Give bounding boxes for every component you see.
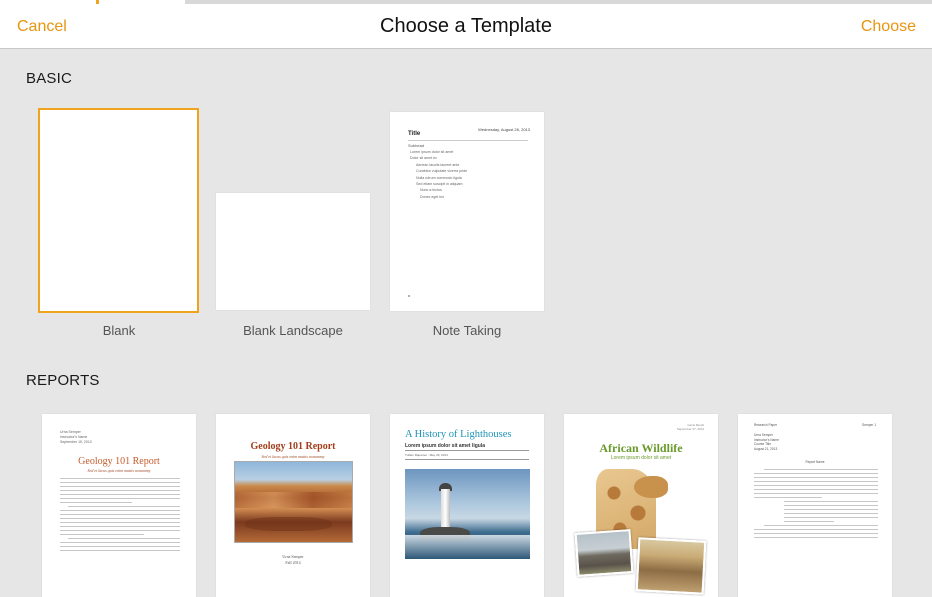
report-title: Geology 101 Report <box>78 456 160 467</box>
template-label-note-taking: Note Taking <box>432 323 502 338</box>
report-header-info: Canis Mundi September 27, 2014 <box>677 423 704 431</box>
report-body-text <box>60 478 180 554</box>
template-report-geology[interactable]: Urna Semper Instructor's Name September … <box>42 414 196 597</box>
template-report-research[interactable]: Research Paper Semper 1 Urna Semper Inst… <box>738 414 892 597</box>
header-line: September 27, 2014 <box>676 427 704 431</box>
report-title: Geology 101 Report <box>250 441 336 452</box>
report-subtitle: Lorem ipsum dolor sit amet <box>610 455 672 461</box>
template-report-wildlife[interactable]: Canis Mundi September 27, 2014 African W… <box>564 414 718 597</box>
template-label-blank-landscape: Blank Landscape <box>243 323 343 338</box>
note-rule <box>408 140 528 141</box>
template-report-lighthouses[interactable]: A History of Lighthouses Lorem ipsum dol… <box>390 414 544 597</box>
report-subtitle: Lorem ipsum dolor sit amet ligula <box>405 443 486 449</box>
giraffe-head <box>634 476 668 498</box>
navigation-bar: Cancel Choose a Template Choose <box>0 4 932 49</box>
report-title: African Wildlife <box>599 441 683 455</box>
report-title: A History of Lighthouses <box>405 429 512 440</box>
template-report-geology-cover[interactable]: Geology 101 Report Sed et lacus quis eni… <box>216 414 370 597</box>
note-title: Title <box>408 131 421 137</box>
note-subhead: Subhead <box>408 143 425 148</box>
report-subtitle: Sed et lacus quis enim mattis nonummy <box>87 468 151 473</box>
note-date: Wednesday, August 28, 2013 <box>478 127 530 132</box>
template-chooser: Cancel Choose a Template Choose BASIC Bl… <box>0 0 932 597</box>
info-line: August 21, 2013 <box>754 446 778 451</box>
report-subtitle: Sed et lacus quis enim mattis nonummy <box>261 454 325 459</box>
choose-button[interactable]: Choose <box>861 4 916 48</box>
divider <box>405 459 529 460</box>
template-label-blank: Blank <box>102 323 136 338</box>
report-author-block: Urna Semper Fall 2014 <box>216 554 370 566</box>
note-list-item: Donec eget leo <box>420 194 445 199</box>
header-left: Research Paper <box>754 423 778 427</box>
page-dot <box>408 295 410 297</box>
meerkat-photo <box>635 537 707 595</box>
author-line: September 15, 2013 <box>60 440 92 444</box>
page-title: Choose a Template <box>380 15 552 37</box>
paper-info: Urna Semper Instructor's Name Course Tit… <box>754 433 779 451</box>
elephant-photo <box>574 529 634 577</box>
note-list-item: Curabitur vulputate viverra pede <box>416 169 468 174</box>
header-right: Semper 1 <box>862 423 876 427</box>
report-byline: Tullam Rapamet · May 26, 2014 <box>405 453 448 457</box>
paper-body-text <box>754 469 878 541</box>
template-note-taking[interactable]: Wednesday, August 28, 2013 Title Subhead… <box>390 112 544 311</box>
note-list: Lorem ipsum dolor sit amet Dolor sit ame… <box>410 149 467 200</box>
canyon-photo <box>234 461 353 543</box>
lighthouse-photo <box>405 469 530 559</box>
template-blank-landscape[interactable] <box>216 193 370 310</box>
divider <box>405 450 529 451</box>
template-blank[interactable] <box>38 108 199 313</box>
section-title-reports: REPORTS <box>26 372 100 389</box>
report-author-block: Urna Semper Instructor's Name September … <box>60 430 92 445</box>
section-title-basic: BASIC <box>26 70 73 87</box>
paper-heading: Report Name <box>805 460 825 464</box>
report-date: Fall 2014 <box>285 560 301 565</box>
